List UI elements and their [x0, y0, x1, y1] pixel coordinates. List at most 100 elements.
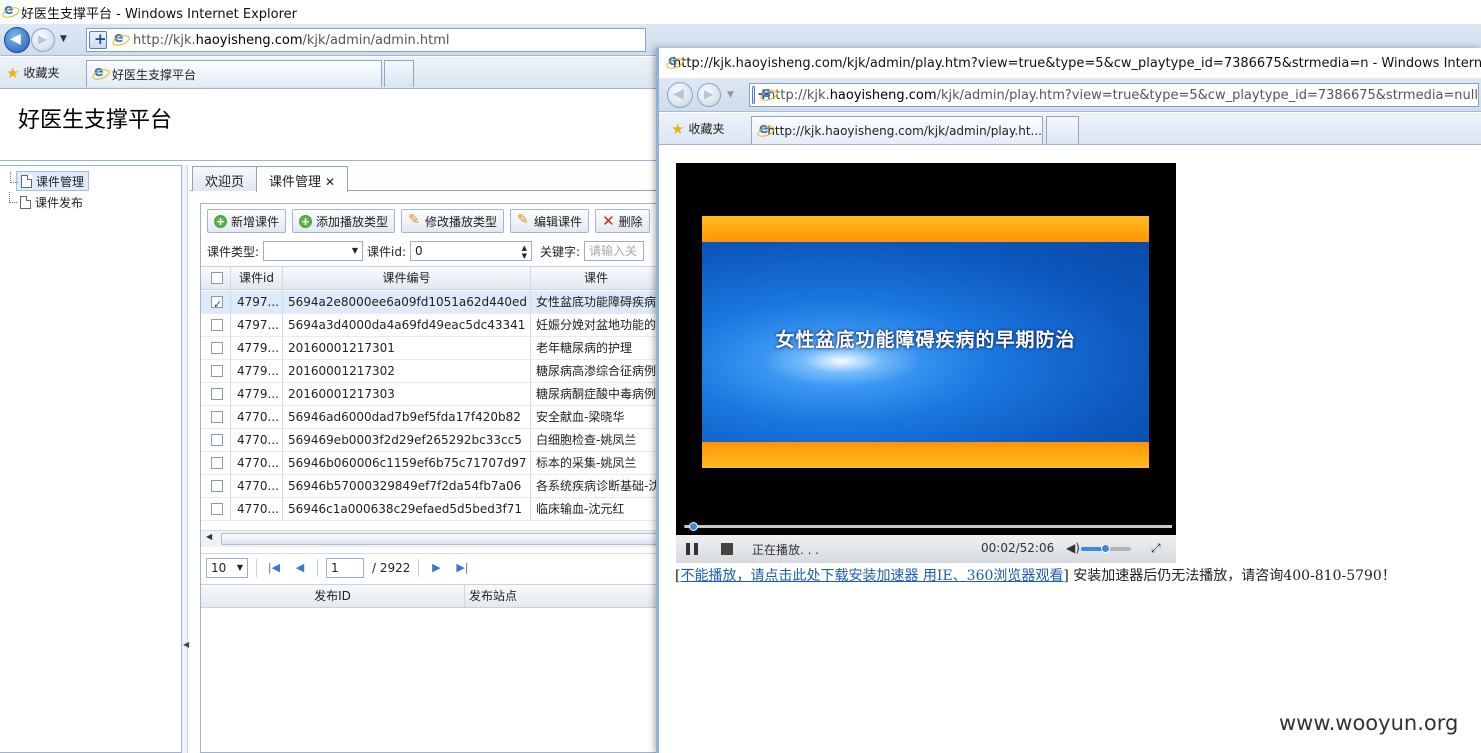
- main-url[interactable]: http://kjk.haoyisheng.com/kjk/admin/admi…: [133, 33, 450, 48]
- pause-icon[interactable]: [686, 543, 698, 555]
- row-checkbox[interactable]: [211, 457, 223, 469]
- table-row[interactable]: 4779... 20160001217302 糖尿病高渗综合征病例: [201, 360, 661, 383]
- browser-tab-active[interactable]: 好医生支撑平台: [86, 60, 382, 87]
- tab-ie-icon: [758, 121, 769, 138]
- row-checkbox[interactable]: [211, 503, 223, 515]
- row-checkbox[interactable]: [211, 388, 223, 400]
- row-checkbox[interactable]: [211, 294, 223, 313]
- close-tab-icon[interactable]: ✕: [325, 175, 335, 189]
- volume-slider[interactable]: [1081, 544, 1131, 553]
- column-header[interactable]: 课件id: [231, 267, 283, 289]
- compat-shield-icon[interactable]: [752, 85, 767, 104]
- row-checkbox[interactable]: [211, 411, 223, 423]
- header-divider: [0, 160, 660, 161]
- table-row[interactable]: 4770... 56946ad6000dad7b9ef5fda17f420b82 安…: [201, 406, 661, 429]
- table-row[interactable]: 4797... 5694a3d4000da4a69fd49eac5dc43341 妊…: [201, 314, 661, 337]
- history-dropdown-icon[interactable]: ▼: [727, 90, 734, 100]
- page-tabs: 欢迎页 课件管理 ✕: [190, 165, 660, 192]
- favorites-button[interactable]: ★ 收藏夹: [671, 120, 724, 137]
- popup-address-bar[interactable]: http://kjk.haoyisheng.com/kjk/admin/play…: [749, 83, 1479, 107]
- forward-icon[interactable]: [31, 28, 55, 52]
- column-header[interactable]: 发布ID: [201, 585, 465, 607]
- video-stripe-bottom: [702, 442, 1149, 468]
- video-frame[interactable]: 女性盆底功能障碍疾病的早期防治: [702, 216, 1149, 468]
- back-icon[interactable]: [667, 82, 693, 108]
- video-player[interactable]: 女性盆底功能障碍疾病的早期防治 正在播放. . . 00:02/52:06 ◀)…: [676, 163, 1176, 563]
- progress-bar[interactable]: [684, 522, 1172, 531]
- scrollbar-thumb[interactable]: [221, 533, 661, 545]
- column-header[interactable]: 课件: [531, 267, 661, 289]
- download-accelerator-link[interactable]: 不能播放，请点击此处下载安装加速器 用IE、360浏览器观看: [680, 568, 1063, 584]
- keyword-input[interactable]: 请输入关: [584, 241, 645, 261]
- delete-button[interactable]: ✕ 删除: [595, 209, 650, 233]
- cell-code: 56946b57000329849ef7f2da54fb7a06: [283, 475, 531, 497]
- page-number-input[interactable]: 1: [326, 557, 364, 578]
- course-type-select[interactable]: ▼: [263, 241, 364, 261]
- spinner-icon[interactable]: ▲ ▼: [522, 244, 527, 260]
- add-icon: +: [214, 214, 227, 228]
- row-checkbox[interactable]: [211, 342, 223, 354]
- table-row[interactable]: 4797...5694a2e8000ee6a09fd1051a62d440ed 女…: [201, 291, 661, 314]
- new-tab-button[interactable]: [1046, 116, 1079, 144]
- chevron-down-icon: ▼: [351, 246, 359, 255]
- table-row[interactable]: 4779... 20160001217303 糖尿病酮症酸中毒病例: [201, 383, 661, 406]
- play-time: 00:02/52:06: [981, 541, 1055, 555]
- ie-logo-icon: [3, 2, 17, 19]
- cell-name: 标本的采集-姚凤兰: [536, 456, 637, 470]
- column-header[interactable]: 课件编号: [283, 267, 531, 289]
- table-row[interactable]: 4770... 56946b060006c1159ef6b75c71707d97 标…: [201, 452, 661, 475]
- publish-grid-header: 发布ID 发布站点: [201, 584, 661, 608]
- favorites-button[interactable]: ★ 收藏夹: [6, 64, 59, 81]
- volume-knob[interactable]: [1101, 544, 1110, 553]
- fullscreen-icon[interactable]: ⤢: [1151, 541, 1161, 556]
- row-checkbox[interactable]: [211, 480, 223, 492]
- forward-icon[interactable]: [697, 83, 721, 107]
- cell-code: 569469eb0003f2d29ef265292bc33cc5: [283, 429, 531, 451]
- first-page-icon[interactable]: |◀: [265, 561, 283, 574]
- cell-name: 糖尿病酮症酸中毒病例: [536, 387, 657, 401]
- sidebar-item-label: 课件管理: [36, 174, 85, 189]
- table-row[interactable]: 4770... 569469eb0003f2d29ef265292bc33cc5 白…: [201, 429, 661, 452]
- table-row[interactable]: 4779... 20160001217301 老年糖尿病的护理: [201, 337, 661, 360]
- scroll-left-icon[interactable]: ◀: [206, 532, 212, 541]
- back-icon[interactable]: [4, 27, 30, 53]
- sidebar-item-course-manage[interactable]: 课件管理: [9, 171, 90, 191]
- prev-page-icon[interactable]: ◀: [291, 561, 309, 574]
- cell-name: 糖尿病高渗综合征病例: [536, 364, 657, 378]
- cell-name: 各系统疾病诊断基础-沈: [536, 479, 661, 493]
- favorites-star-icon: ★: [671, 119, 685, 138]
- next-page-icon[interactable]: ▶: [427, 561, 445, 574]
- table-row[interactable]: 4770... 56946b57000329849ef7f2da54fb7a06 各…: [201, 475, 661, 498]
- course-id-stepper[interactable]: 0 ▲ ▼: [410, 241, 533, 261]
- horizontal-scrollbar[interactable]: ◀: [201, 530, 661, 547]
- edit-course-button[interactable]: 编辑课件: [510, 209, 590, 233]
- volume-icon[interactable]: ◀): [1066, 541, 1080, 555]
- sidebar-splitter[interactable]: ◀: [182, 165, 189, 753]
- row-checkbox[interactable]: [211, 365, 223, 377]
- page-size-select[interactable]: 10 ▼: [206, 557, 248, 578]
- popup-browser-tab[interactable]: http://kjk.haoyisheng.com/kjk/admin/play…: [751, 116, 1043, 144]
- history-dropdown-icon[interactable]: ▼: [60, 34, 67, 44]
- add-course-button[interactable]: + 新增课件: [207, 209, 287, 233]
- tab-course-manage[interactable]: 课件管理 ✕: [256, 166, 349, 192]
- add-play-type-button[interactable]: + 添加播放类型: [292, 209, 396, 233]
- progress-knob[interactable]: [689, 522, 698, 531]
- compat-shield-icon[interactable]: [89, 30, 107, 49]
- table-row[interactable]: 4770... 56946c1a000638c29efaed5d5bed3f71 临…: [201, 498, 661, 521]
- video-stripe-top: [702, 216, 1149, 242]
- sidebar-item-course-publish[interactable]: 课件发布: [8, 192, 87, 212]
- select-all-checkbox[interactable]: [211, 272, 223, 284]
- document-icon: [21, 174, 32, 188]
- tab-welcome[interactable]: 欢迎页: [192, 166, 258, 191]
- row-checkbox[interactable]: [211, 434, 223, 446]
- new-tab-button[interactable]: [384, 60, 414, 87]
- stop-icon[interactable]: [721, 543, 733, 555]
- collapse-arrow-icon[interactable]: ◀: [183, 640, 189, 649]
- column-header[interactable]: 发布站点: [465, 585, 661, 607]
- last-page-icon[interactable]: ▶|: [453, 561, 471, 574]
- popup-favorites-bar: ★ 收藏夹 http://kjk.haoyisheng.com/kjk/admi…: [659, 113, 1481, 145]
- row-checkbox[interactable]: [211, 319, 223, 331]
- main-address-bar[interactable]: http://kjk.haoyisheng.com/kjk/admin/admi…: [86, 28, 646, 52]
- edit-play-type-button[interactable]: 修改播放类型: [401, 209, 505, 233]
- popup-url[interactable]: http://kjk.haoyisheng.com/kjk/admin/play…: [767, 88, 1478, 103]
